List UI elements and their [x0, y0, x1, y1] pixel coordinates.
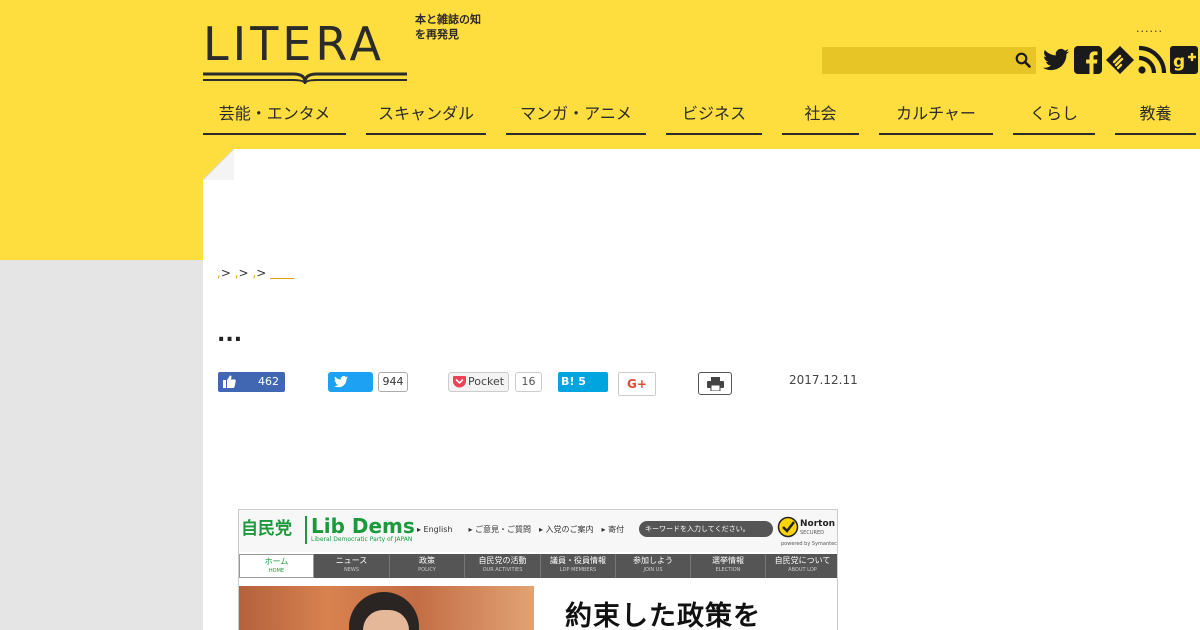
ldp-nav-item: 選挙情報 ELECTION	[691, 554, 766, 578]
nav-item-lifestyle[interactable]: くらし	[1013, 94, 1095, 135]
breadcrumb-separator: >	[256, 266, 267, 280]
header-menu-dots[interactable]: ......	[1136, 22, 1163, 35]
breadcrumb-current: ＿＿	[270, 266, 295, 280]
ldp-header: 自民党 Lib Dems Liberal Democratic Party of…	[239, 510, 837, 552]
norton-badge: Norton SECURED powered by Symantec	[777, 514, 837, 548]
article-date: 2017.12.11	[789, 373, 858, 387]
twitter-bird-icon	[334, 376, 348, 388]
tweet-count: 944	[378, 372, 408, 392]
article-title: ...	[217, 322, 243, 347]
nav-item-society[interactable]: 社会	[782, 94, 859, 135]
ldp-nav-item: 参加しよう JOIN US	[616, 554, 691, 578]
site-logo[interactable]: LITERA 本と雑誌の知を再発見	[203, 13, 483, 84]
ldp-logo-jp: 自民党	[241, 519, 292, 539]
ldp-logo-subtitle: Liberal Democratic Party of JAPAN	[311, 536, 413, 543]
thumbs-up-icon	[223, 375, 236, 388]
nav-item-education[interactable]: 教養	[1115, 94, 1196, 135]
pocket-label: Pocket	[468, 375, 505, 388]
norton-powered-label: powered by Symantec	[781, 541, 837, 547]
ldp-nav-item: 自民党について ABOUT LDP	[774, 556, 831, 573]
facebook-icon[interactable]	[1073, 45, 1103, 75]
feedly-icon[interactable]	[1105, 45, 1135, 75]
logo-tagline: 本と雑誌の知を再発見	[415, 13, 481, 41]
article-card: ,> ,> ,> ＿＿ ... 462 944 Pocket 16 B! 5 G…	[203, 149, 1200, 630]
svg-text:g: g	[1173, 52, 1185, 72]
search-box	[822, 47, 1036, 74]
ldp-nav-item: 政策 POLICY	[390, 554, 465, 578]
facebook-like-count: 462	[258, 375, 279, 388]
nav-item-entertainment[interactable]: 芸能・エンタメ	[203, 94, 346, 135]
norton-label: Norton	[800, 519, 836, 529]
search-input[interactable]	[822, 47, 1010, 74]
pocket-button[interactable]: Pocket	[448, 372, 509, 392]
breadcrumb-separator: >	[238, 266, 249, 280]
ldp-nav: ホーム HOME ニュース NEWS 政策 POLICY 自民党の活動 OUR ACTI…	[239, 554, 837, 578]
search-icon[interactable]	[1015, 52, 1031, 68]
norton-check-icon	[777, 516, 799, 538]
ldp-header-links: ▸ English ▸ ご意見・ご質問 ▸ 入党のご案内 ▸ 寄付	[417, 525, 625, 534]
google-plus-icon[interactable]: g	[1169, 45, 1199, 75]
article-image-ldp-website: 自民党 Lib Dems Liberal Democratic Party of…	[238, 509, 838, 630]
pocket-count: 16	[515, 372, 542, 392]
logo-wordmark: LITERA	[203, 17, 385, 71]
norton-secured-label: SECURED	[800, 530, 824, 536]
nav-item-culture[interactable]: カルチャー	[879, 94, 993, 135]
ldp-logo-en: Lib Dems	[311, 514, 415, 538]
ldp-search-field: キーワードを入力してください。	[639, 521, 773, 537]
ldp-nav-item: 議員・役員情報 LDP MEMBERS	[541, 554, 616, 578]
tweet-button[interactable]	[328, 372, 373, 392]
ldp-hero: 約束した政策を	[239, 586, 837, 630]
ldp-nav-item: ニュース NEWS	[314, 554, 390, 578]
ldp-hero-headline: 約束した政策を	[565, 601, 761, 630]
logo-book-icon	[203, 72, 407, 84]
ldp-hero-photo	[239, 586, 534, 630]
category-nav: 芸能・エンタメ スキャンダル マンガ・アニメ ビジネス 社会 カルチャー くらし…	[203, 94, 1200, 136]
page-fold-corner	[203, 149, 234, 180]
rss-icon[interactable]	[1137, 45, 1167, 75]
print-button[interactable]	[698, 372, 732, 395]
nav-item-scandal[interactable]: スキャンダル	[366, 94, 486, 135]
nav-item-business[interactable]: ビジネス	[666, 94, 762, 135]
ldp-nav-item: 自民党の活動 OUR ACTIVITIES	[465, 554, 541, 578]
ldp-nav-item: ホーム HOME	[239, 554, 314, 578]
breadcrumb: ,> ,> ,> ＿＿	[217, 265, 294, 281]
ldp-logo-divider	[305, 516, 307, 544]
google-plus-button[interactable]: G+	[618, 372, 656, 396]
breadcrumb-separator: >	[220, 266, 231, 280]
printer-icon	[707, 377, 724, 391]
facebook-like-button[interactable]: 462	[218, 372, 285, 392]
pocket-icon	[453, 376, 466, 388]
nav-item-manga-anime[interactable]: マンガ・アニメ	[506, 94, 646, 135]
hatena-bookmark-button[interactable]: B! 5	[558, 372, 608, 392]
twitter-icon[interactable]	[1041, 45, 1071, 75]
